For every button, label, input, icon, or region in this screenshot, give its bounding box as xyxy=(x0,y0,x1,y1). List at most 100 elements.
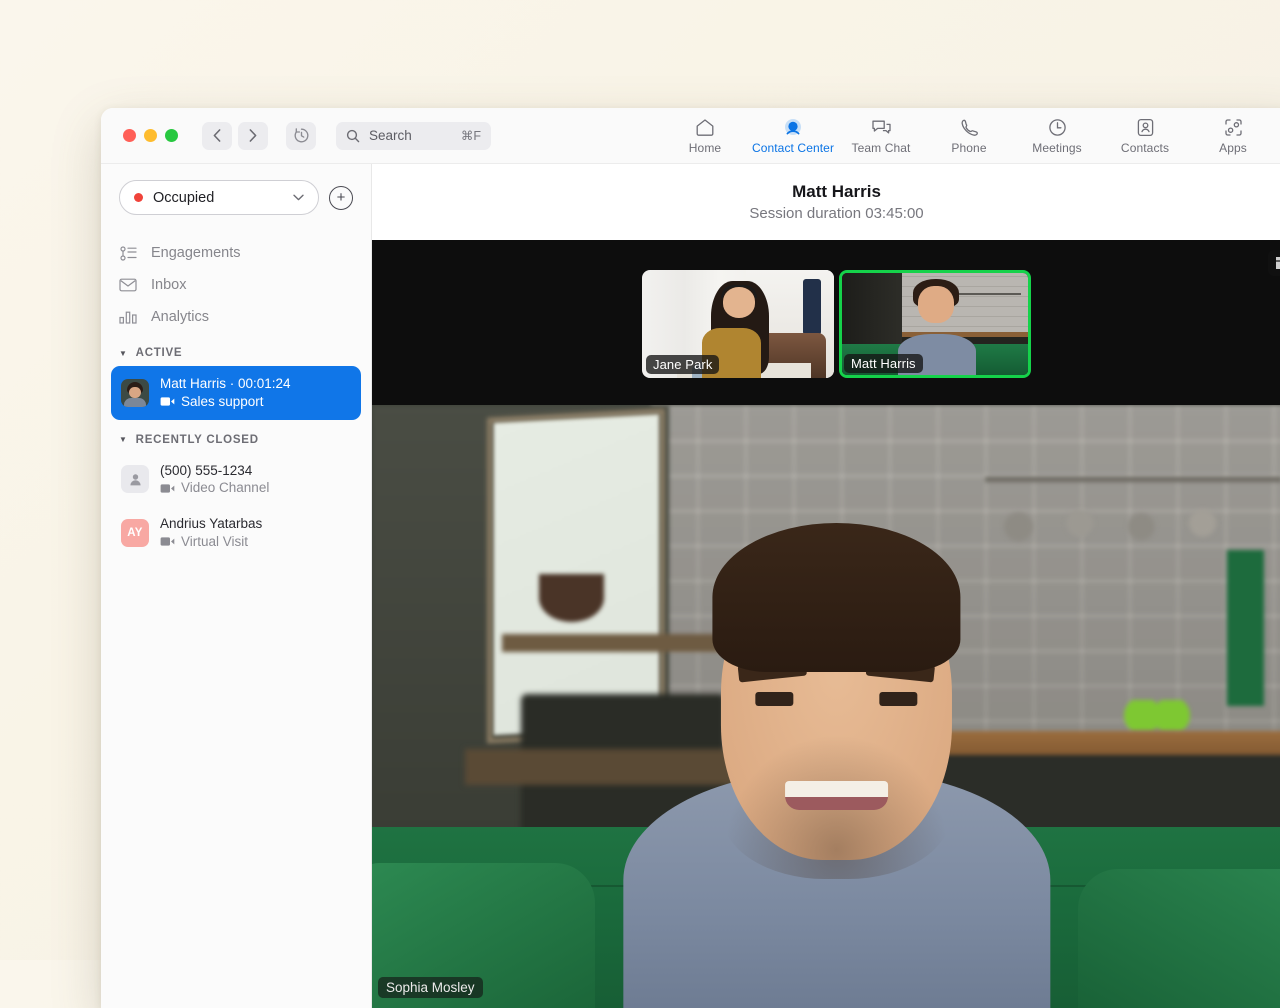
engagement-channel: Video Channel xyxy=(160,479,269,497)
engagement-channel-label: Virtual Visit xyxy=(181,533,248,551)
inbox-envelope-icon xyxy=(119,278,137,292)
nav-item-team-chat[interactable]: Team Chat xyxy=(837,108,925,155)
caret-down-icon: ▼ xyxy=(119,349,128,358)
history-button[interactable] xyxy=(286,122,316,150)
sidebar-item-inbox[interactable]: Inbox xyxy=(101,269,371,301)
avatar: AY xyxy=(121,519,149,547)
engagement-text: (500) 555-1234 Video Channel xyxy=(160,462,269,498)
forward-button[interactable] xyxy=(238,122,268,150)
engagements-icon xyxy=(119,246,137,261)
top-navigation: Home Contact Center xyxy=(661,108,1277,164)
stage: Matt Harris Session duration 03:45:00 xyxy=(372,164,1280,1008)
sidebar-item-engagements[interactable]: Engagements xyxy=(101,237,371,269)
main-video-name-label: Sophia Mosley xyxy=(378,977,483,998)
add-engagement-button[interactable]: + xyxy=(329,186,353,210)
engagement-channel: Sales support xyxy=(160,393,291,411)
search-shortcut: ⌘F xyxy=(461,128,481,143)
nav-label-team-chat: Team Chat xyxy=(852,141,911,155)
zoom-window-button[interactable] xyxy=(165,129,178,142)
analytics-bars-icon xyxy=(119,310,137,324)
app-window: Search ⌘F Home xyxy=(101,108,1280,1008)
status-dropdown[interactable]: Occupied xyxy=(119,180,319,215)
stage-header: Matt Harris Session duration 03:45:00 xyxy=(372,164,1280,240)
search-input[interactable]: Search ⌘F xyxy=(336,122,491,150)
main-video[interactable]: Sophia Mosley xyxy=(372,405,1280,1008)
search-icon xyxy=(346,129,360,143)
thumbnail-strip: Jane Park Matt Harris xyxy=(372,270,1280,388)
nav-label-phone: Phone xyxy=(951,141,986,155)
nav-item-phone[interactable]: Phone xyxy=(925,108,1013,155)
video-thumbnail-matt-harris[interactable]: Matt Harris xyxy=(839,270,1031,378)
status-dot-icon xyxy=(134,193,143,202)
nav-item-meetings[interactable]: Meetings xyxy=(1013,108,1101,155)
nav-item-home[interactable]: Home xyxy=(661,108,749,155)
team-chat-icon xyxy=(871,116,892,138)
video-thumbnail-jane-park[interactable]: Jane Park xyxy=(642,270,834,378)
section-header-recently-closed[interactable]: ▼ RECENTLY CLOSED xyxy=(101,420,371,453)
sidebar: Occupied + xyxy=(101,164,372,1008)
phone-icon xyxy=(960,116,979,138)
layout-grid-icon[interactable] xyxy=(1268,250,1280,276)
history-icon xyxy=(293,127,310,144)
engagement-name: Matt Harris · 00:01:24 xyxy=(160,375,291,393)
engagement-item-closed-1[interactable]: (500) 555-1234 Video Channel xyxy=(111,453,361,507)
window-traffic-lights xyxy=(101,129,178,142)
nav-item-contacts[interactable]: Contacts xyxy=(1101,108,1189,155)
engagement-channel-label: Sales support xyxy=(181,393,264,411)
section-header-active[interactable]: ▼ ACTIVE xyxy=(101,333,371,366)
engagement-name: Andrius Yatarbas xyxy=(160,515,262,533)
engagement-item-closed-2[interactable]: AY Andrius Yatarbas Virtual Visit xyxy=(111,506,361,560)
engagement-item-active[interactable]: Matt Harris · 00:01:24 Sales support xyxy=(111,366,361,420)
video-area: Jane Park Matt Harris xyxy=(372,240,1280,1008)
person-icon xyxy=(128,472,143,487)
window-body: Occupied + xyxy=(101,164,1280,1008)
avatar xyxy=(121,379,149,407)
nav-item-apps[interactable]: Apps xyxy=(1189,108,1277,155)
nav-history-buttons xyxy=(202,122,268,150)
video-camera-icon xyxy=(160,536,175,547)
caret-down-icon: ▼ xyxy=(119,435,128,444)
back-button[interactable] xyxy=(202,122,232,150)
engagement-text: Matt Harris · 00:01:24 Sales support xyxy=(160,375,291,411)
nav-label-home: Home xyxy=(689,141,721,155)
page-title: Matt Harris xyxy=(792,182,881,202)
nav-label-contact-center: Contact Center xyxy=(752,141,834,155)
avatar xyxy=(121,465,149,493)
title-bar: Search ⌘F Home xyxy=(101,108,1280,164)
apps-icon xyxy=(1224,116,1243,138)
chevron-down-icon xyxy=(293,192,304,204)
engagement-name: (500) 555-1234 xyxy=(160,462,269,480)
sidebar-item-analytics[interactable]: Analytics xyxy=(101,301,371,333)
chevron-right-icon xyxy=(249,129,257,142)
nav-label-meetings: Meetings xyxy=(1032,141,1082,155)
thumbnail-name-label: Jane Park xyxy=(646,355,719,374)
contact-center-icon xyxy=(783,116,803,138)
plus-icon: + xyxy=(337,190,346,205)
thumbnail-name-label: Matt Harris xyxy=(844,354,923,373)
section-title-recently-closed: RECENTLY CLOSED xyxy=(136,434,259,446)
contacts-icon xyxy=(1137,116,1154,138)
status-row: Occupied + xyxy=(101,180,371,215)
sidebar-nav-list: Engagements Inbox xyxy=(101,237,371,333)
sidebar-label-engagements: Engagements xyxy=(151,245,240,261)
video-camera-icon xyxy=(160,483,175,494)
section-title-active: ACTIVE xyxy=(136,347,183,359)
search-placeholder: Search xyxy=(369,128,452,143)
nav-label-contacts: Contacts xyxy=(1121,141,1169,155)
engagement-text: Andrius Yatarbas Virtual Visit xyxy=(160,515,262,551)
avatar-initials: AY xyxy=(127,527,143,539)
engagement-channel: Virtual Visit xyxy=(160,533,262,551)
nav-label-apps: Apps xyxy=(1219,141,1247,155)
video-camera-icon xyxy=(160,396,175,407)
home-icon xyxy=(695,116,715,138)
minimize-window-button[interactable] xyxy=(144,129,157,142)
main-video-person xyxy=(623,514,1050,1008)
session-duration: Session duration 03:45:00 xyxy=(749,205,923,222)
status-label: Occupied xyxy=(153,190,283,206)
close-window-button[interactable] xyxy=(123,129,136,142)
sidebar-label-inbox: Inbox xyxy=(151,277,186,293)
meetings-clock-icon xyxy=(1048,116,1067,138)
nav-item-contact-center[interactable]: Contact Center xyxy=(749,108,837,155)
sidebar-label-analytics: Analytics xyxy=(151,309,209,325)
engagement-channel-label: Video Channel xyxy=(181,479,269,497)
